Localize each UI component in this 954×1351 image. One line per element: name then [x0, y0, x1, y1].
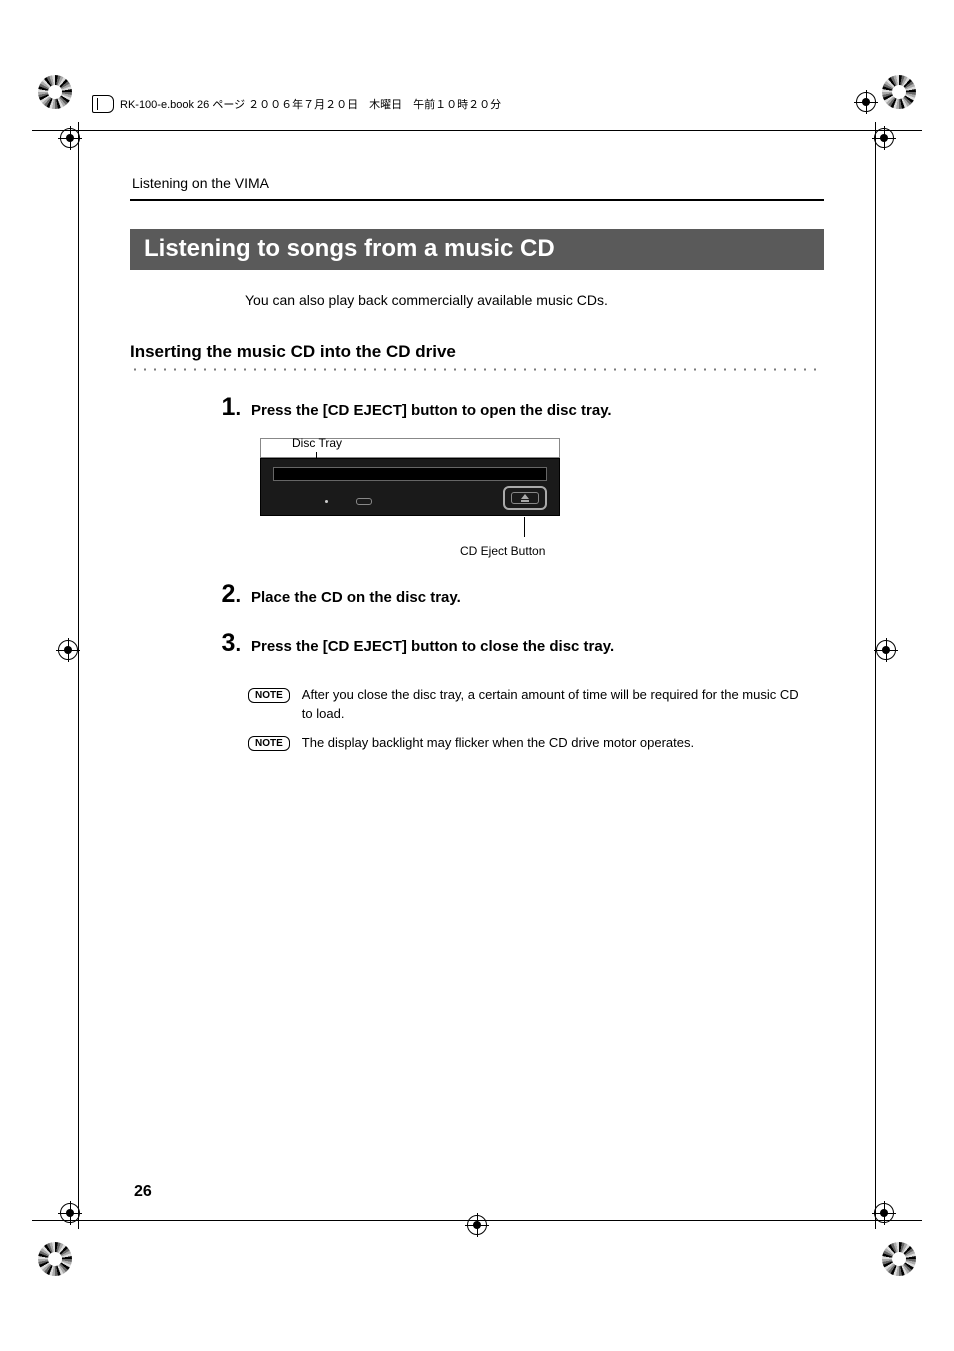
- step-3: 3. Press the [CD EJECT] button to close …: [205, 629, 824, 658]
- step-number: 2.: [205, 580, 241, 609]
- eject-button-icon: [503, 486, 547, 510]
- registration-mark-icon: [876, 640, 896, 660]
- cd-drive-diagram: Disc Tray CD Eject Button: [260, 438, 560, 516]
- print-header-text: RK-100-e.book 26 ページ ２００６年７月２０日 木曜日 午前１０…: [120, 96, 501, 112]
- divider-thick: [130, 199, 824, 201]
- eject-triangle-icon: [521, 494, 529, 499]
- step-number: 1.: [205, 393, 241, 422]
- note-badge: NOTE: [248, 736, 290, 751]
- dotted-divider: [130, 368, 824, 371]
- step-number: 3.: [205, 629, 241, 658]
- step-text: Press the [CD EJECT] button to close the…: [251, 634, 824, 655]
- note-badge: NOTE: [248, 688, 290, 703]
- registration-mark-icon: [60, 128, 80, 148]
- print-header: RK-100-e.book 26 ページ ２００６年７月２０日 木曜日 午前１０…: [92, 95, 592, 113]
- page-number: 26: [134, 1183, 152, 1201]
- led-icon: [325, 500, 328, 503]
- step-text: Press the [CD EJECT] button to open the …: [251, 398, 824, 419]
- registration-mark-icon: [874, 128, 894, 148]
- step-1: 1. Press the [CD EJECT] button to open t…: [205, 393, 824, 422]
- note-2: NOTE The display backlight may flicker w…: [248, 734, 804, 753]
- step-2: 2. Place the CD on the disc tray.: [205, 580, 824, 609]
- registration-mark-icon: [58, 640, 78, 660]
- section-title: Listening to songs from a music CD: [130, 229, 824, 270]
- registration-mark-icon: [856, 92, 876, 112]
- intro-text: You can also play back commercially avai…: [245, 292, 824, 308]
- book-icon: [92, 95, 114, 113]
- cd-eject-label: CD Eject Button: [460, 544, 545, 558]
- subsection-title: Inserting the music CD into the CD drive: [130, 342, 824, 362]
- pointer-line: [524, 517, 525, 537]
- drive-button-icon: [356, 498, 372, 505]
- color-wheel-icon: [38, 1242, 72, 1276]
- step-text: Place the CD on the disc tray.: [251, 585, 824, 606]
- cd-drive-body: [260, 458, 560, 516]
- color-wheel-icon: [882, 1242, 916, 1276]
- eject-bar-icon: [521, 500, 529, 502]
- note-text: The display backlight may flicker when t…: [302, 734, 804, 753]
- note-1: NOTE After you close the disc tray, a ce…: [248, 686, 804, 724]
- color-wheel-icon: [38, 75, 72, 109]
- color-wheel-icon: [882, 75, 916, 109]
- disc-tray-label: Disc Tray: [292, 436, 342, 450]
- running-head: Listening on the VIMA: [130, 175, 824, 191]
- page-content: Listening on the VIMA Listening to songs…: [130, 175, 824, 1191]
- note-text: After you close the disc tray, a certain…: [302, 686, 804, 724]
- disc-slot: [273, 467, 547, 481]
